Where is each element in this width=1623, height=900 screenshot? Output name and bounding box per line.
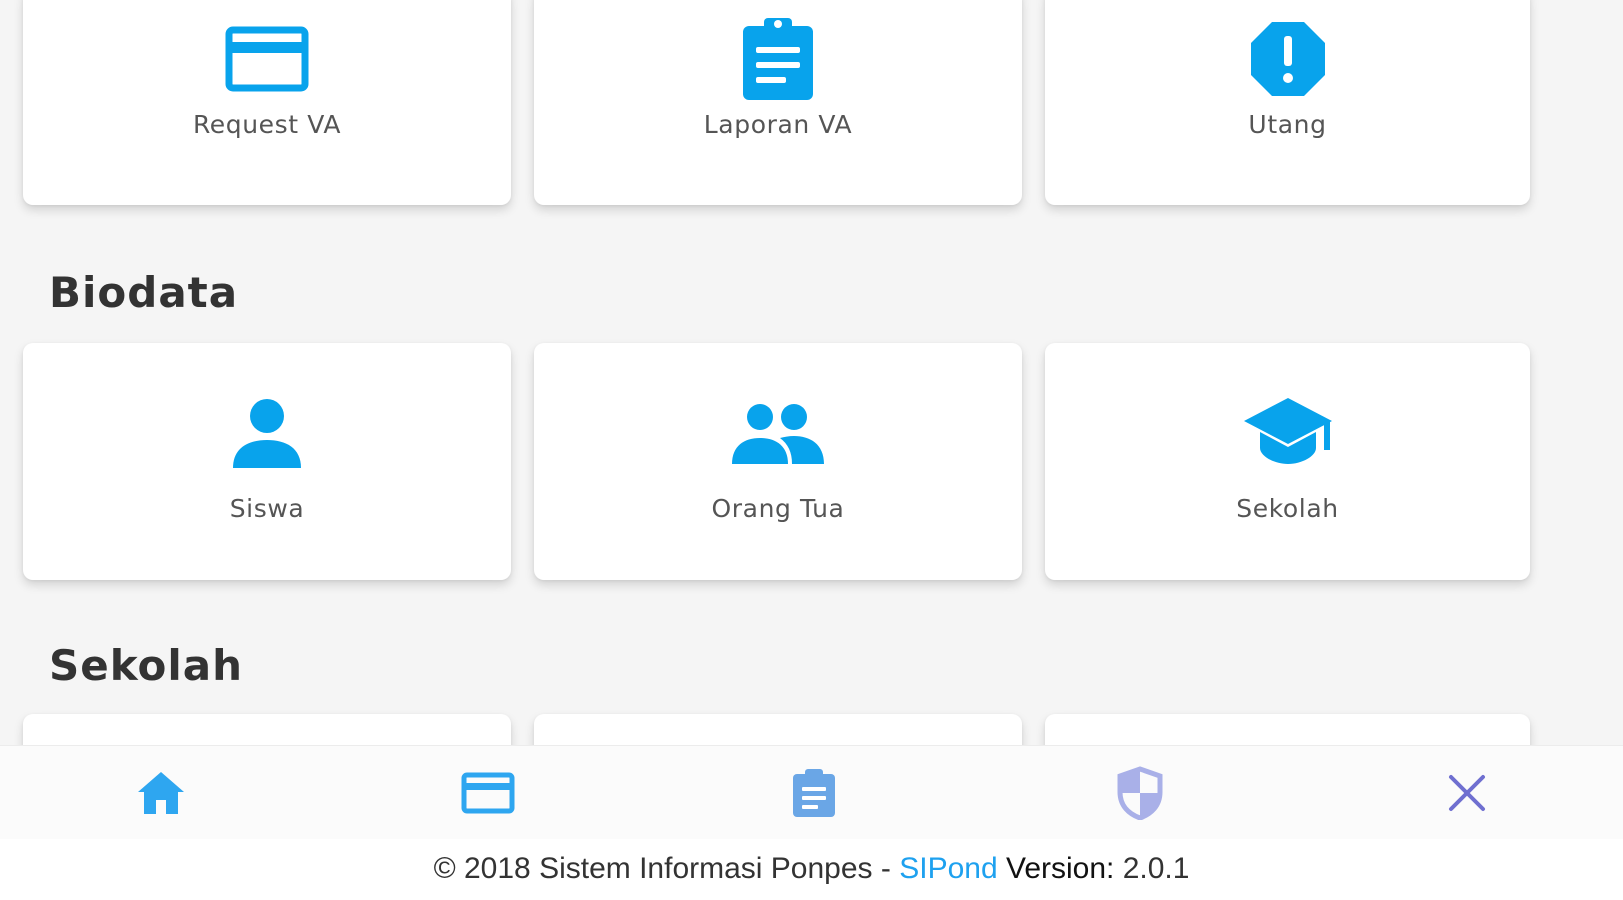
menu-card-laporan-va[interactable]: Laporan VA — [534, 0, 1022, 205]
credit-card-icon — [217, 14, 317, 104]
menu-card-label: Utang — [1248, 110, 1327, 139]
menu-card-label: Orang Tua — [711, 494, 845, 523]
menu-card-utang[interactable]: Utang — [1045, 0, 1530, 205]
footer-version-label: Version: — [997, 852, 1115, 885]
menu-card-orang-tua[interactable]: Orang Tua — [534, 343, 1022, 580]
menu-card-label: Laporan VA — [703, 110, 853, 139]
home-icon — [138, 772, 184, 814]
nav-home-button[interactable] — [131, 764, 191, 822]
footer-version: 2.0.1 — [1114, 852, 1190, 885]
bottom-nav — [0, 745, 1623, 840]
person-icon — [217, 389, 317, 479]
people-icon — [728, 389, 828, 479]
clipboard-list-icon — [793, 769, 835, 817]
footer-brand: SIPond — [899, 852, 998, 885]
nav-report-button[interactable] — [784, 764, 844, 822]
section-title-biodata: Biodata — [49, 268, 239, 317]
menu-card-label: Sekolah — [1236, 494, 1339, 523]
menu-card-sekolah[interactable]: Sekolah — [1045, 343, 1530, 580]
menu-card-request-va[interactable]: Request VA — [23, 0, 511, 205]
alert-octagon-icon — [1238, 14, 1338, 104]
menu-card-siswa[interactable]: Siswa — [23, 343, 511, 580]
clipboard-list-icon — [728, 14, 828, 104]
nav-payment-button[interactable] — [458, 764, 518, 822]
nav-close-button[interactable] — [1437, 764, 1497, 822]
menu-card-label: Request VA — [192, 110, 342, 139]
nav-security-button[interactable] — [1110, 764, 1170, 822]
menu-card-label: Siswa — [229, 494, 305, 523]
footer: © 2018 Sistem Informasi Ponpes - SIPond … — [0, 839, 1623, 900]
shield-icon — [1117, 766, 1163, 820]
footer-copyright: © 2018 Sistem Informasi Ponpes - — [433, 852, 900, 885]
credit-card-icon — [461, 772, 515, 814]
close-icon — [1449, 775, 1485, 811]
graduation-cap-icon — [1238, 389, 1338, 479]
section-title-sekolah: Sekolah — [49, 641, 244, 690]
